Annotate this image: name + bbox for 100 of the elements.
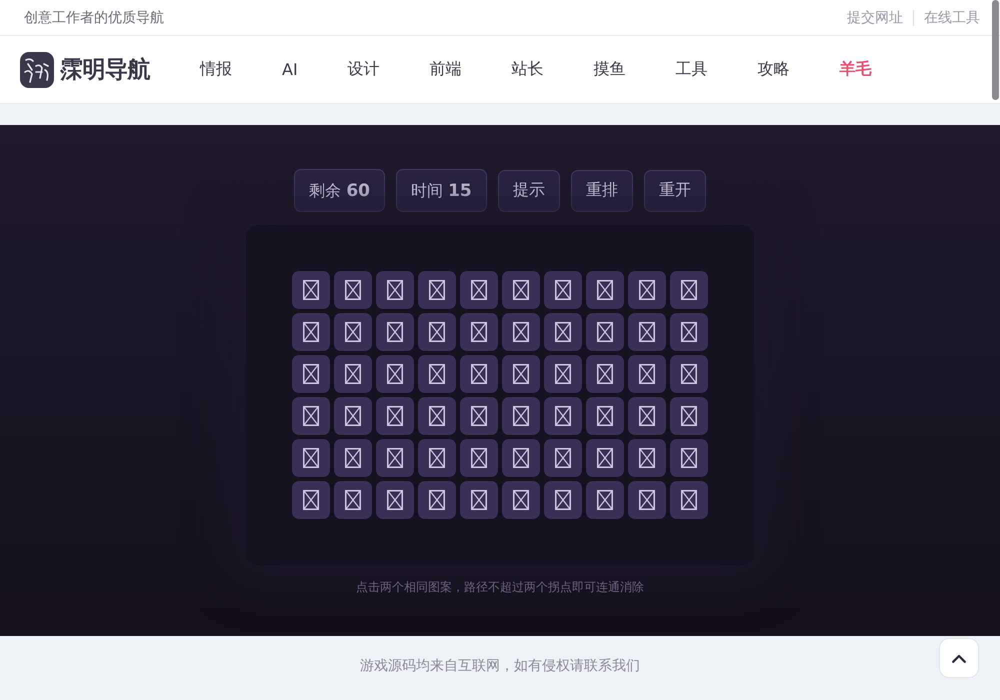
tile-button[interactable] xyxy=(586,313,624,351)
tile-button[interactable] xyxy=(586,355,624,393)
tile-button[interactable] xyxy=(376,481,414,519)
broken-image-icon xyxy=(513,448,529,468)
tile-button[interactable] xyxy=(628,481,666,519)
tile-button[interactable] xyxy=(544,481,582,519)
broken-image-icon xyxy=(555,490,571,510)
broken-image-icon xyxy=(429,364,445,384)
nav-link[interactable]: 攻略 xyxy=(758,59,790,80)
tile-button[interactable] xyxy=(628,439,666,477)
tile-button[interactable] xyxy=(418,397,456,435)
broken-image-icon xyxy=(555,364,571,384)
tile-button[interactable] xyxy=(292,397,330,435)
tile-button[interactable] xyxy=(670,355,708,393)
tile-button[interactable] xyxy=(334,313,372,351)
tile-button[interactable] xyxy=(544,397,582,435)
nav-link[interactable]: 前端 xyxy=(430,59,462,80)
scrollbar-thumb[interactable] xyxy=(992,0,999,100)
broken-image-icon xyxy=(387,364,403,384)
broken-image-icon xyxy=(471,490,487,510)
tile-button[interactable] xyxy=(418,439,456,477)
tile-button[interactable] xyxy=(418,313,456,351)
tile-button[interactable] xyxy=(292,439,330,477)
tile-button[interactable] xyxy=(544,439,582,477)
nav-link[interactable]: 工具 xyxy=(676,59,708,80)
tile-button[interactable] xyxy=(586,439,624,477)
tile-button[interactable] xyxy=(586,271,624,309)
broken-image-icon xyxy=(681,322,697,342)
broken-image-icon xyxy=(639,322,655,342)
chevron-up-icon xyxy=(952,654,966,662)
tile-button[interactable] xyxy=(418,355,456,393)
tile-button[interactable] xyxy=(376,313,414,351)
tile-button[interactable] xyxy=(376,271,414,309)
broken-image-icon xyxy=(303,448,319,468)
tile-button[interactable] xyxy=(460,355,498,393)
broken-image-icon xyxy=(387,490,403,510)
action-button[interactable]: 重排 xyxy=(570,170,633,212)
tile-button[interactable] xyxy=(292,481,330,519)
action-button[interactable]: 重开 xyxy=(644,170,706,212)
broken-image-icon xyxy=(303,406,319,426)
tile-button[interactable] xyxy=(460,313,498,351)
tile-button[interactable] xyxy=(628,397,666,435)
tile-button[interactable] xyxy=(460,481,498,519)
nav-link[interactable]: AI xyxy=(282,60,298,79)
tile-button[interactable] xyxy=(544,313,582,351)
tile-button[interactable] xyxy=(586,397,624,435)
broken-image-icon xyxy=(639,280,655,300)
nav-link[interactable]: 站长 xyxy=(512,59,544,80)
tile-button[interactable] xyxy=(670,397,708,435)
tile-button[interactable] xyxy=(418,271,456,309)
tile-button[interactable] xyxy=(418,481,456,519)
broken-image-icon xyxy=(387,406,403,426)
broken-image-icon xyxy=(597,322,613,342)
broken-image-icon xyxy=(429,406,445,426)
tile-button[interactable] xyxy=(292,313,330,351)
tile-button[interactable] xyxy=(334,481,372,519)
broken-image-icon xyxy=(513,490,529,510)
tile-button[interactable] xyxy=(376,355,414,393)
tile-button[interactable] xyxy=(670,439,708,477)
broken-image-icon xyxy=(345,280,361,300)
tile-button[interactable] xyxy=(502,397,540,435)
tile-button[interactable] xyxy=(586,481,624,519)
tile-button[interactable] xyxy=(670,313,708,351)
tile-button[interactable] xyxy=(544,355,582,393)
tile-button[interactable] xyxy=(292,355,330,393)
footer-notice: 游戏源码均来自互联网，如有侵权请联系我们 xyxy=(360,657,640,675)
nav-link[interactable]: 羊毛 xyxy=(840,59,872,80)
tile-button[interactable] xyxy=(628,313,666,351)
tile-button[interactable] xyxy=(670,481,708,519)
broken-image-icon xyxy=(681,364,697,384)
tile-button[interactable] xyxy=(376,439,414,477)
tile-button[interactable] xyxy=(460,397,498,435)
tile-button[interactable] xyxy=(502,313,540,351)
nav-link[interactable]: 设计 xyxy=(348,59,380,80)
nav-link[interactable]: 情报 xyxy=(200,59,232,80)
tile-button[interactable] xyxy=(502,481,540,519)
action-button[interactable]: 提示 xyxy=(498,170,560,212)
tile-button[interactable] xyxy=(334,271,372,309)
tile-button[interactable] xyxy=(628,271,666,309)
tile-button[interactable] xyxy=(334,397,372,435)
game-hint: 点击两个相同图案，路径不超过两个拐点即可连通消除 xyxy=(356,579,644,596)
tile-button[interactable] xyxy=(376,397,414,435)
tile-button[interactable] xyxy=(670,271,708,309)
broken-image-icon xyxy=(597,448,613,468)
tile-button[interactable] xyxy=(628,355,666,393)
tile-button[interactable] xyxy=(292,271,330,309)
tile-button[interactable] xyxy=(460,439,498,477)
broken-image-icon xyxy=(597,490,613,510)
tile-button[interactable] xyxy=(334,439,372,477)
stat-counter: 时间 15 xyxy=(396,169,487,212)
tile-button[interactable] xyxy=(502,439,540,477)
logo-text[interactable]: 霂明导航 xyxy=(60,54,150,85)
back-to-top-button[interactable] xyxy=(939,638,979,678)
tile-button[interactable] xyxy=(502,355,540,393)
tile-button[interactable] xyxy=(544,271,582,309)
tile-button[interactable] xyxy=(460,271,498,309)
tile-button[interactable] xyxy=(502,271,540,309)
logo-icon[interactable] xyxy=(20,52,54,88)
nav-link[interactable]: 摸鱼 xyxy=(594,59,626,80)
tile-button[interactable] xyxy=(334,355,372,393)
